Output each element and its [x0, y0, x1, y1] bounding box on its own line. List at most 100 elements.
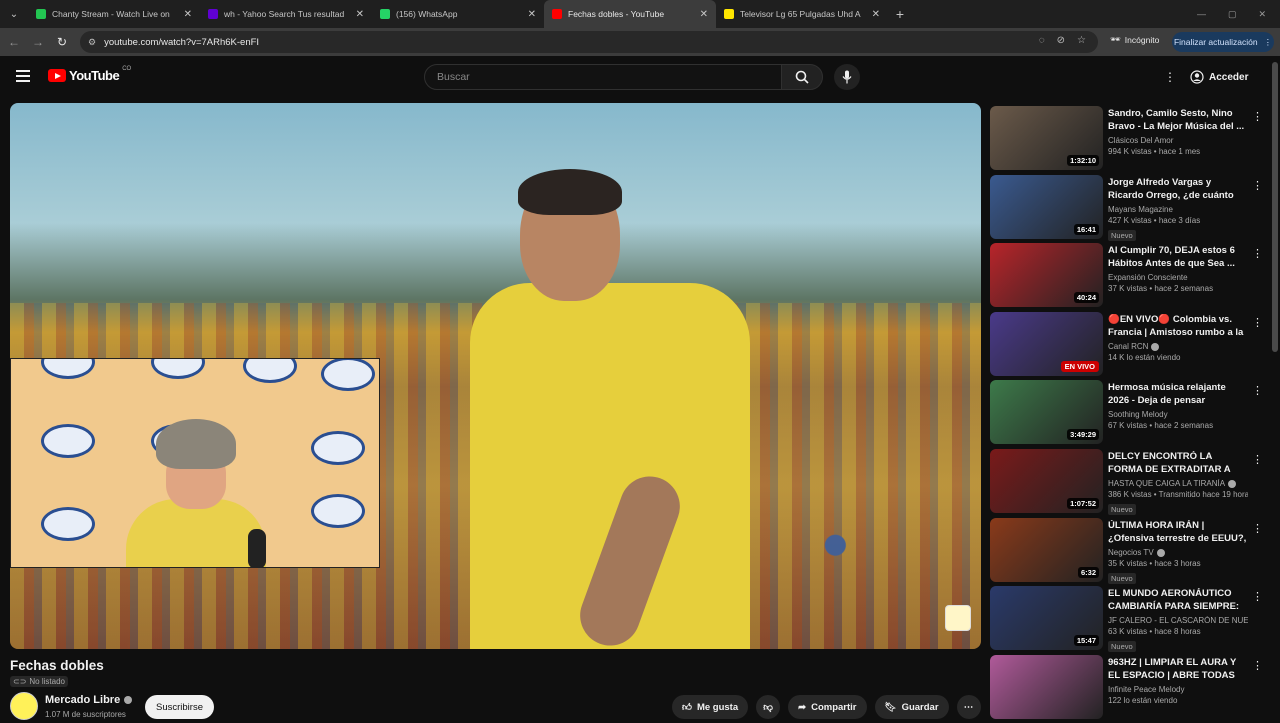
recommendation-thumbnail[interactable] — [990, 655, 1103, 719]
tab-title: Televisor Lg 65 Pulgadas Uhd A — [740, 9, 861, 19]
close-tab-icon[interactable]: ✕ — [184, 9, 192, 20]
recommendation-item[interactable]: 1:07:52 DELCY ENCONTRÓ LA FORMA DE EXTRAD… — [990, 449, 1263, 517]
recommendation-title[interactable]: Hermosa música relajante 2026 - Deja de … — [1108, 382, 1248, 407]
tracking-protection-icon[interactable]: ⊘ — [1057, 35, 1065, 46]
back-icon[interactable]: ← — [2, 35, 26, 49]
recommendation-title[interactable]: 963HZ | LIMPIAR EL AURA Y EL ESPACIO | A… — [1108, 657, 1248, 682]
recommendation-title[interactable]: Al Cumplir 70, DEJA estos 6 Hábitos Ante… — [1108, 245, 1248, 270]
recommendation-menu-icon[interactable]: ⋮ — [1252, 453, 1263, 466]
recommendation-item[interactable]: 3:49:29 Hermosa música relajante 2026 - D… — [990, 380, 1263, 448]
recommendation-menu-icon[interactable]: ⋮ — [1252, 659, 1263, 672]
tab-search-icon[interactable]: ⌄ — [0, 0, 28, 28]
recommendation-menu-icon[interactable]: ⋮ — [1252, 384, 1263, 397]
microphone-icon — [842, 70, 852, 84]
browser-tab[interactable]: (156) WhatsApp ✕ — [372, 0, 544, 28]
recommendation-thumbnail[interactable]: 1:32:10 — [990, 106, 1103, 170]
close-tab-icon[interactable]: ✕ — [872, 9, 880, 20]
search-button[interactable] — [781, 64, 823, 90]
channel-name[interactable]: Mercado Libre — [45, 694, 133, 706]
recommendation-menu-icon[interactable]: ⋮ — [1252, 179, 1263, 192]
recommendation-menu-icon[interactable]: ⋮ — [1252, 110, 1263, 123]
new-tab-button[interactable]: + — [888, 6, 912, 22]
minimize-icon[interactable]: — — [1197, 9, 1206, 19]
recommendation-thumbnail[interactable]: 6:32 — [990, 518, 1103, 582]
recommendation-channel[interactable]: JF CALERO - EL CASCARÓN DE NUEZ — [1108, 616, 1248, 625]
recommendation-channel[interactable]: Soothing Melody — [1108, 410, 1248, 419]
recommendation-thumbnail[interactable]: 1:07:52 — [990, 449, 1103, 513]
browser-tab[interactable]: Televisor Lg 65 Pulgadas Uhd A ✕ — [716, 0, 888, 28]
eye-off-icon[interactable]: ◌ — [1039, 35, 1045, 46]
recommendation-title[interactable]: 🔴EN VIVO🔴 Colombia vs. Francia | Amistos… — [1108, 314, 1248, 339]
search-input[interactable]: Buscar — [424, 64, 782, 90]
save-button[interactable]: 🔖︎ Guardar — [874, 695, 949, 719]
browser-tab[interactable]: Chanty Stream - Watch Live on ✕ — [28, 0, 200, 28]
recommendation-item[interactable]: 40:24 Al Cumplir 70, DEJA estos 6 Hábitos… — [990, 243, 1263, 311]
recommendation-title[interactable]: DELCY ENCONTRÓ LA FORMA DE EXTRADITAR A … — [1108, 451, 1248, 476]
recommendation-channel[interactable]: Clásicos Del Amor — [1108, 136, 1248, 145]
tab-favicon-icon — [380, 9, 390, 19]
new-badge: Nuevo — [1108, 641, 1136, 652]
site-info-icon[interactable]: ⚙ — [88, 37, 96, 48]
recommendation-title[interactable]: EL MUNDO AERONÁUTICO CAMBIARÍA PARA SIEM… — [1108, 588, 1248, 613]
recommendation-thumbnail[interactable]: 40:24 — [990, 243, 1103, 307]
dislike-button[interactable]: 👎︎ — [756, 695, 781, 719]
browser-tab[interactable]: wh - Yahoo Search Tus resultad ✕ — [200, 0, 372, 28]
page-scrollbar[interactable] — [1272, 62, 1278, 352]
recommendation-channel[interactable]: Negocios TV — [1108, 548, 1248, 557]
recommendation-menu-icon[interactable]: ⋮ — [1252, 522, 1263, 535]
recommendation-channel[interactable]: Mayans Magazine — [1108, 205, 1248, 214]
subscriber-count: 1.07 M de suscriptores — [45, 710, 126, 719]
duration-badge: 1:07:52 — [1067, 498, 1099, 509]
thumbs-up-icon: 👍︎ — [682, 702, 692, 713]
recommendation-channel[interactable]: Infinite Peace Melody — [1108, 685, 1248, 694]
menu-icon[interactable] — [16, 70, 30, 82]
youtube-header: YouTube CO Buscar ⋮ Acceder — [0, 56, 1280, 100]
recommendation-thumbnail[interactable]: EN VIVO — [990, 312, 1103, 376]
recommendation-thumbnail[interactable]: 15:47 — [990, 586, 1103, 650]
recommendation-title[interactable]: Jorge Alfredo Vargas y Ricardo Orrego, ¿… — [1108, 177, 1248, 202]
recommendation-item[interactable]: 1:32:10 Sandro, Camilo Sesto, Nino Bravo … — [990, 106, 1263, 174]
recommendation-item[interactable]: EN VIVO 🔴EN VIVO🔴 Colombia vs. Francia | … — [990, 312, 1263, 380]
recommendation-channel[interactable]: HASTA QUE CAIGA LA TIRANÍA — [1108, 479, 1248, 488]
bookmark-star-icon[interactable]: ☆ — [1077, 35, 1086, 46]
recommendation-menu-icon[interactable]: ⋮ — [1252, 316, 1263, 329]
recommendation-channel[interactable]: Canal RCN — [1108, 342, 1248, 351]
address-bar[interactable]: ⚙ youtube.com/watch?v=7ARh6K-enFI ◌ ⊘ ☆ — [80, 31, 1098, 53]
recommendation-thumbnail[interactable]: 16:41 — [990, 175, 1103, 239]
recommendation-item[interactable]: 963HZ | LIMPIAR EL AURA Y EL ESPACIO | A… — [990, 655, 1263, 723]
link-icon: ⊂⊃ — [13, 677, 27, 686]
forward-icon[interactable]: → — [26, 35, 50, 49]
duration-badge: 1:32:10 — [1067, 155, 1099, 166]
recommendation-menu-icon[interactable]: ⋮ — [1252, 590, 1263, 603]
sign-in-button[interactable]: Acceder — [1190, 67, 1248, 87]
recommendation-channel[interactable]: Expansión Consciente — [1108, 273, 1248, 282]
update-button[interactable]: Finalizar actualización ⋮ — [1172, 32, 1274, 52]
browser-tab[interactable]: Fechas dobles - YouTube ✕ — [544, 0, 716, 28]
recommendation-title[interactable]: Sandro, Camilo Sesto, Nino Bravo - La Me… — [1108, 108, 1248, 133]
recommendation-thumbnail[interactable]: 3:49:29 — [990, 380, 1103, 444]
channel-avatar[interactable] — [10, 692, 38, 720]
more-actions-button[interactable]: ⋯ — [956, 695, 981, 719]
video-frame-person — [450, 169, 780, 649]
subscribe-button[interactable]: Suscribirse — [145, 695, 214, 719]
recommendation-stats: 63 K vistas • hace 8 horas — [1108, 627, 1201, 636]
close-tab-icon[interactable]: ✕ — [700, 9, 708, 20]
recommendation-item[interactable]: 6:32 ÚLTIMA HORA IRÁN | ¿Ofensiva terrest… — [990, 518, 1263, 586]
recommendation-item[interactable]: 16:41 Jorge Alfredo Vargas y Ricardo Orre… — [990, 175, 1263, 243]
share-button[interactable]: ➦ Compartir — [788, 695, 867, 719]
like-button[interactable]: 👍︎ Me gusta — [672, 695, 749, 719]
close-window-icon[interactable]: ✕ — [1258, 9, 1266, 20]
recommendation-menu-icon[interactable]: ⋮ — [1252, 247, 1263, 260]
youtube-logo[interactable]: YouTube CO — [48, 66, 131, 83]
close-tab-icon[interactable]: ✕ — [528, 9, 536, 20]
close-tab-icon[interactable]: ✕ — [356, 9, 364, 20]
recommendation-stats: 14 K lo están viendo — [1108, 353, 1181, 362]
recommendation-item[interactable]: 15:47 EL MUNDO AERONÁUTICO CAMBIARÍA PARA… — [990, 586, 1263, 654]
reload-icon[interactable]: ↻ — [50, 35, 74, 49]
incognito-indicator[interactable]: 🕶 Incógnito — [1110, 34, 1159, 45]
recommendation-title[interactable]: ÚLTIMA HORA IRÁN | ¿Ofensiva terrestre d… — [1108, 520, 1248, 545]
maximize-icon[interactable]: ▢ — [1228, 9, 1237, 20]
settings-more-icon[interactable]: ⋮ — [1164, 70, 1176, 84]
voice-search-button[interactable] — [834, 64, 860, 90]
video-player[interactable] — [10, 103, 981, 649]
